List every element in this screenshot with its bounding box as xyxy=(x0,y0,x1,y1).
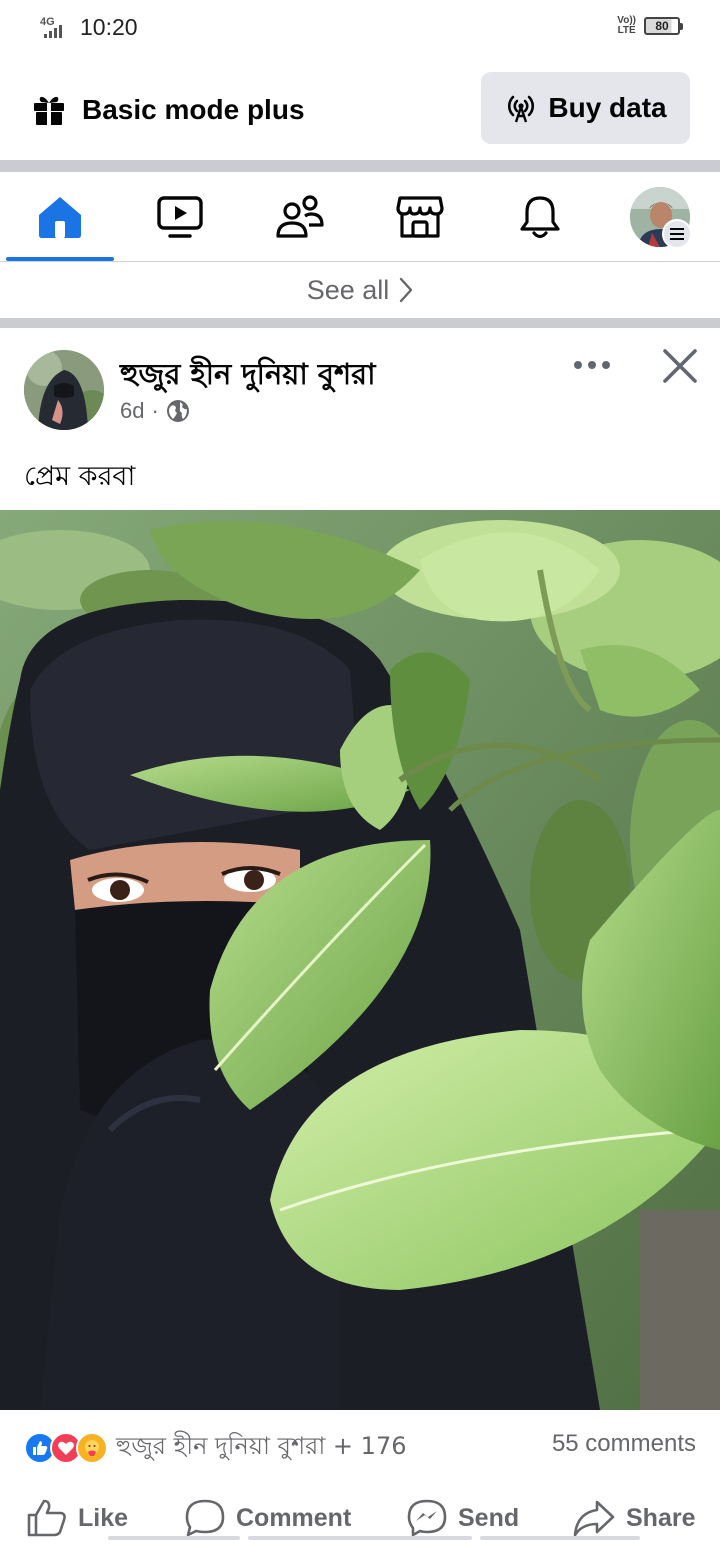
author-avatar[interactable] xyxy=(24,350,104,430)
send-label: Send xyxy=(458,1503,520,1532)
tab-video[interactable] xyxy=(120,172,240,262)
tab-home[interactable] xyxy=(0,172,120,262)
comment-button[interactable]: Comment xyxy=(184,1498,351,1538)
more-horizontal-icon xyxy=(574,361,610,369)
tab-bar xyxy=(0,172,720,262)
cellular-signal-icon: 4G xyxy=(40,16,74,40)
comment-underline xyxy=(248,1536,472,1540)
active-tab-indicator xyxy=(6,257,114,261)
tab-friends[interactable] xyxy=(240,172,360,262)
close-icon xyxy=(663,349,697,383)
battery-level: 80 xyxy=(655,19,669,33)
globe-icon xyxy=(166,400,189,422)
see-all-label: See all xyxy=(306,274,390,305)
meta-separator: · xyxy=(151,398,159,423)
post-photo[interactable] xyxy=(0,510,720,1410)
comment-label: Comment xyxy=(236,1503,352,1532)
volte-line-2: LTE xyxy=(617,25,636,36)
home-icon xyxy=(39,197,81,238)
send-button[interactable]: Send xyxy=(406,1498,519,1538)
friends-icon xyxy=(276,195,324,238)
reactions-summary[interactable]: হুজুর হীন দুনিয়া বুশরা + 176 xyxy=(24,1428,406,1468)
messenger-icon xyxy=(407,1499,447,1537)
tab-marketplace[interactable] xyxy=(360,172,480,262)
section-divider xyxy=(0,160,720,172)
more-options-button[interactable] xyxy=(566,340,618,390)
status-time: 10:20 xyxy=(80,14,138,40)
share-arrow-icon xyxy=(573,1500,615,1537)
section-divider xyxy=(0,318,720,328)
menu-icon[interactable] xyxy=(662,219,692,249)
status-bar: 4G 10:20 Vo)) LTE 80 xyxy=(0,0,720,56)
post-meta: 6d · xyxy=(120,398,190,424)
reactions-names: হুজুর হীন দুনিয়া বুশরা + 176 xyxy=(116,1432,407,1460)
battery-icon: 80 xyxy=(644,17,683,35)
broadcast-antenna-icon xyxy=(508,95,535,123)
tab-notifications[interactable] xyxy=(480,172,600,262)
comment-bubble-icon xyxy=(185,1499,225,1537)
chevron-right-icon xyxy=(400,277,413,303)
post-age[interactable]: 6d xyxy=(120,398,144,424)
gift-icon xyxy=(34,96,64,126)
post-text: প্রেম করবা xyxy=(24,461,136,492)
see-all-link[interactable]: See all xyxy=(0,262,720,318)
share-button[interactable]: Share xyxy=(572,1498,695,1538)
tab-profile-menu[interactable] xyxy=(600,172,720,262)
comments-count[interactable]: 55 comments xyxy=(552,1430,696,1458)
like-label: Like xyxy=(78,1503,129,1532)
share-label: Share xyxy=(626,1503,696,1532)
buy-data-button[interactable]: Buy data xyxy=(481,72,690,144)
notifications-bell-icon xyxy=(520,196,560,239)
care-icon xyxy=(76,1432,108,1464)
volte-indicator: Vo)) LTE xyxy=(617,16,636,36)
like-button[interactable]: Like xyxy=(26,1498,128,1538)
marketplace-icon xyxy=(396,196,444,238)
author-name[interactable]: হুজুর হীন দুনিয়া বুশরা xyxy=(120,352,376,401)
thumbs-up-icon xyxy=(27,1499,66,1537)
basic-mode-title[interactable]: Basic mode plus xyxy=(82,94,305,126)
video-icon xyxy=(157,196,203,238)
hide-post-button[interactable] xyxy=(654,340,706,392)
top-bar: Basic mode plus Buy data xyxy=(0,56,720,160)
like-underline xyxy=(108,1536,240,1540)
send-underline xyxy=(480,1536,640,1540)
buy-data-label: Buy data xyxy=(548,92,667,123)
